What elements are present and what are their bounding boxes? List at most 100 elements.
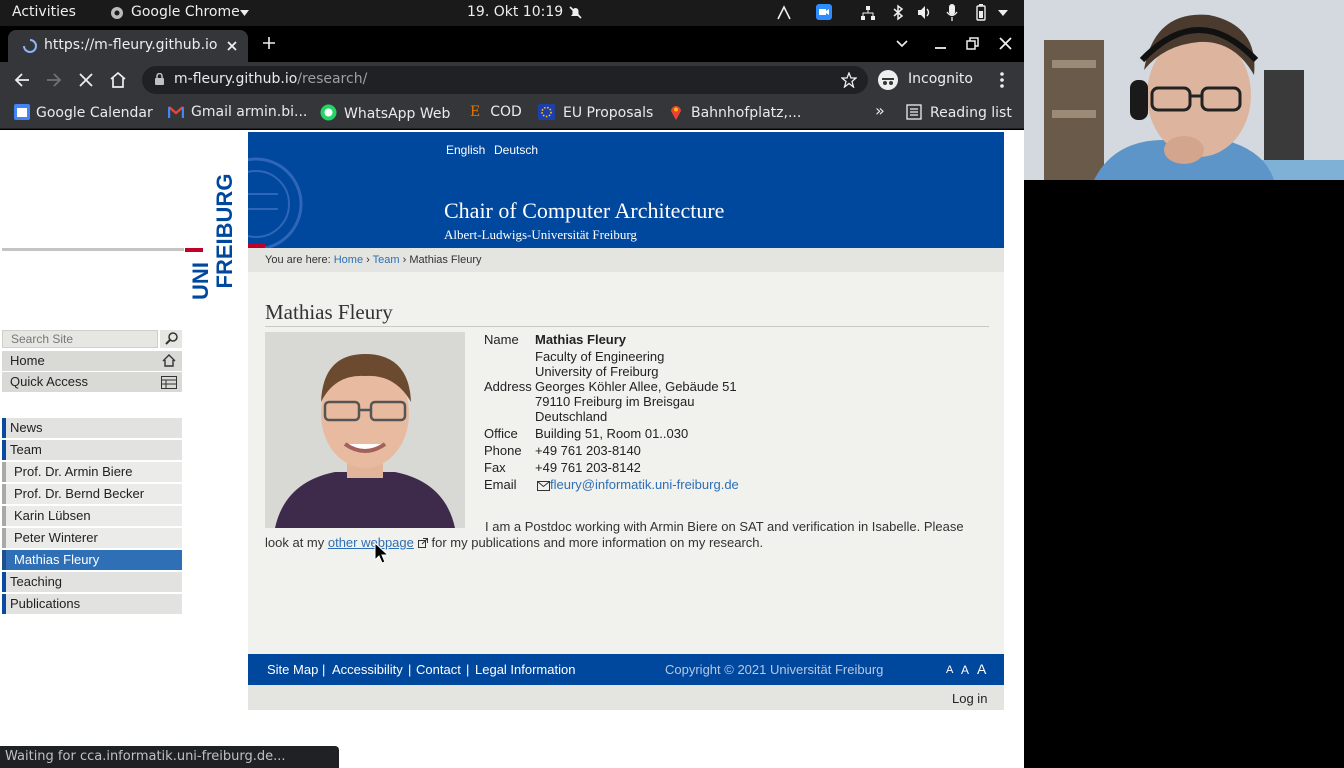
address-line: University of Freiburg [535,364,659,379]
nav-team-armin-biere[interactable]: Prof. Dr. Armin Biere [2,462,182,482]
incognito-badge[interactable]: Incognito [872,66,982,94]
back-icon[interactable] [14,72,30,88]
bookmark-eu-proposals[interactable]: EU Proposals [538,104,653,121]
other-webpage-link[interactable]: other webpage [328,535,414,550]
nav-teaching[interactable]: Teaching [2,572,182,592]
url-path: /research/ [297,71,368,87]
clock[interactable]: 19. Okt 10:19 [467,4,563,20]
address-line: Deutschland [535,409,608,424]
microphone-icon[interactable] [946,4,958,21]
reading-list-button[interactable]: Reading list [906,104,1012,121]
network-icon[interactable] [860,5,876,21]
close-tab-icon[interactable] [226,40,238,52]
email-link[interactable]: fleury@informatik.uni-freiburg.de [550,477,739,492]
portrait-image [265,332,465,528]
reading-list-icon [906,104,922,120]
footer-legal-link[interactable]: Legal Information [475,662,575,677]
bluetooth-icon[interactable] [892,4,904,21]
logo-freiburg: FREIBURG [212,173,237,289]
quick-home-label: Home [10,353,45,368]
nav-news[interactable]: News [2,418,182,438]
tab-search-icon[interactable] [896,40,908,48]
incognito-icon [878,70,898,90]
lang-deutsch-link[interactable]: Deutsch [494,143,538,157]
webcam-video [1024,0,1344,180]
url-text[interactable]: m-fleury.github.io/research/ [174,71,367,87]
search-input[interactable]: Search Site [2,330,158,348]
footer-sitemap-link[interactable]: Site Map [267,662,318,677]
bookmark-label: Google Calendar [36,105,153,121]
font-size-medium[interactable]: A [961,663,969,677]
quick-home-link[interactable]: Home [2,351,182,371]
new-tab-icon[interactable] [262,36,276,50]
cod-icon: E [470,104,481,120]
search-button[interactable] [160,330,182,348]
font-size-small[interactable]: A [946,664,953,676]
home-icon[interactable] [109,71,127,88]
profile-photo [265,332,465,528]
bookmark-google-calendar[interactable]: Google Calendar [14,104,153,121]
login-link[interactable]: Log in [952,691,987,706]
forward-icon[interactable] [46,72,62,88]
bookmark-label: Bahnhofplatz,... [691,105,802,121]
bookmark-bahnhofplatz[interactable]: Bahnhofplatz,... [670,104,801,121]
site-footer: Site Map | Accessibility | Contact | Leg… [248,654,1004,685]
breadcrumb-separator: › [366,254,370,266]
battery-icon[interactable] [972,4,990,21]
site-title[interactable]: Chair of Computer Architecture [444,198,724,224]
nav-publications[interactable]: Publications [2,594,182,614]
lock-icon[interactable] [154,73,165,86]
bookmarks-bar: Google Calendar Gmail armin.bi... WhatsA… [0,98,1024,129]
nav-label: Prof. Dr. Armin Biere [14,464,133,479]
page-title: Mathias Fleury [265,300,393,324]
active-tab[interactable]: https://m-fleury.github.io [8,30,248,62]
system-menu-caret-icon[interactable] [998,10,1008,16]
nav-label: Team [10,442,42,457]
volume-icon[interactable] [917,5,933,20]
more-bookmarks-chevron-icon[interactable]: » [875,101,885,120]
nav-team-mathias-fleury[interactable]: Mathias Fleury [2,550,182,570]
footer-contact-link[interactable]: Contact [416,662,461,677]
chrome-menu-icon[interactable] [999,71,1005,89]
footer-login-bar: Log in [248,685,1004,710]
uni-freiburg-logo[interactable]: FREIBURG UNI [188,174,247,300]
restore-window-icon[interactable] [966,37,979,50]
person-office: Building 51, Room 01..030 [535,426,689,441]
breadcrumb-team[interactable]: Team [373,254,400,266]
bookmark-gmail[interactable]: Gmail armin.bi... [167,104,307,120]
label-address: Address [484,379,532,394]
address-line: Faculty of Engineering [535,349,665,364]
footer-accessibility-link[interactable]: Accessibility [332,662,403,677]
footer-separator: | [322,662,326,677]
minimize-window-icon[interactable] [934,38,948,50]
zoom-meeting-icon[interactable] [816,4,832,20]
accessibility-icon[interactable] [776,5,792,21]
nav-label: Peter Winterer [14,530,98,545]
nav-label: Mathias Fleury [14,552,100,567]
app-menu[interactable]: Google Chrome [131,4,240,20]
lang-english-link[interactable]: English [446,143,485,157]
url-host: m-fleury.github.io [174,71,298,87]
bookmark-label: COD [490,104,522,120]
mail-icon [537,481,550,491]
breadcrumb: You are here: Home › Team › Mathias Fleu… [248,248,1004,272]
bookmark-whatsapp[interactable]: WhatsApp Web [320,104,450,122]
font-size-large[interactable]: A [977,661,986,677]
stop-loading-icon[interactable] [78,72,94,88]
close-window-icon[interactable] [999,37,1012,50]
nav-team-peter-winterer[interactable]: Peter Winterer [2,528,182,548]
quick-access-link[interactable]: Quick Access [2,372,182,392]
nav-label: Publications [10,596,81,611]
address-bar[interactable]: m-fleury.github.io/research/ [142,66,868,94]
bookmark-star-icon[interactable] [841,72,857,88]
nav-team-bernd-becker[interactable]: Prof. Dr. Bernd Becker [2,484,182,504]
nav-team-karin-luebsen[interactable]: Karin Lübsen [2,506,182,526]
breadcrumb-current: Mathias Fleury [409,254,482,266]
breadcrumb-home[interactable]: Home [334,254,363,266]
activities-button[interactable]: Activities [12,4,76,20]
gmail-icon [167,106,185,118]
bookmark-cod[interactable]: E COD [470,104,522,120]
nav-team[interactable]: Team [2,440,182,460]
webcam-overlay [1024,0,1344,180]
nav-label: Prof. Dr. Bernd Becker [14,486,145,501]
